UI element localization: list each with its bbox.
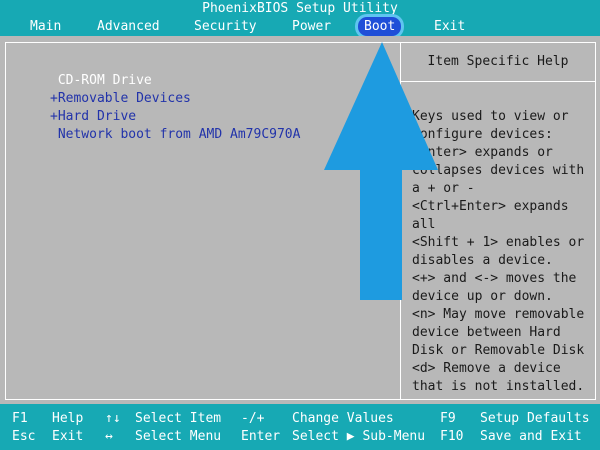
help-line: Disk or Removable Disk — [412, 343, 585, 358]
key-f9: F9 — [440, 411, 456, 426]
help-line: <d> Remove a device — [412, 361, 561, 376]
desc-exit: Exit — [52, 429, 84, 444]
menu-security[interactable]: Security — [194, 19, 257, 34]
menu-main[interactable]: Main — [30, 19, 61, 34]
boot-item-removable[interactable]: +Removable Devices — [50, 91, 191, 106]
key-enter: Enter — [241, 429, 281, 444]
boot-item-hard-drive[interactable]: +Hard Drive — [50, 109, 136, 124]
top-menu-bar: PhoenixBIOS Setup Utility Main Advanced … — [0, 0, 600, 36]
key-esc: Esc — [12, 429, 36, 444]
up-arrow-icon — [324, 42, 438, 300]
desc-select-menu: Select Menu — [135, 429, 222, 444]
key-up-down: ↑↓ — [105, 411, 121, 426]
up-arrow-shape — [324, 42, 438, 300]
desc-select-submenu: Select ▶ Sub-Menu — [292, 429, 426, 444]
help-line: <n> May move removable — [412, 307, 585, 322]
menu-exit[interactable]: Exit — [434, 19, 465, 34]
desc-help: Help — [52, 411, 84, 426]
boot-item-network[interactable]: Network boot from AMD Am79C970A — [50, 127, 301, 142]
help-line: that is not installed. — [412, 379, 585, 394]
key-minus-plus: -/+ — [241, 411, 265, 426]
key-f1: F1 — [12, 411, 28, 426]
desc-save-and-exit: Save and Exit — [480, 429, 582, 444]
menu-boot[interactable]: Boot — [358, 17, 402, 36]
boot-item-cdrom[interactable]: CD-ROM Drive — [50, 73, 152, 88]
bios-title: PhoenixBIOS Setup Utility — [202, 1, 398, 16]
desc-setup-defaults: Setup Defaults — [480, 411, 590, 426]
desc-change-values: Change Values — [292, 411, 394, 426]
desc-select-item: Select Item — [135, 411, 222, 426]
key-f10: F10 — [440, 429, 464, 444]
bottom-key-bar: F1 Help ↑↓ Select Item -/+ Change Values… — [0, 404, 600, 450]
help-line: device between Hard — [412, 325, 561, 340]
menu-advanced[interactable]: Advanced — [97, 19, 160, 34]
key-left-right: ↔ — [105, 429, 113, 444]
menu-power[interactable]: Power — [292, 19, 331, 34]
